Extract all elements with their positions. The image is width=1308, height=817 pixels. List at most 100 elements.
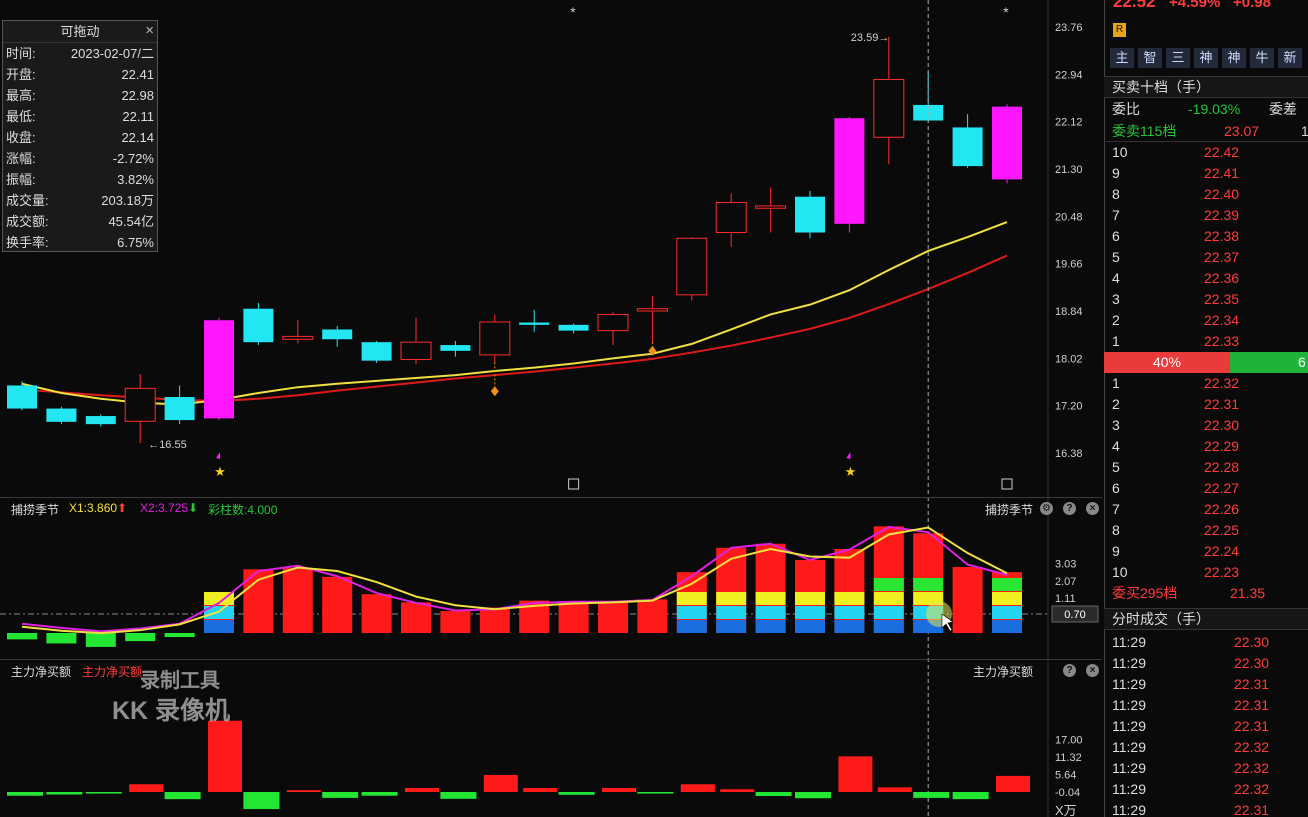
info-value: 203.18万: [101, 193, 154, 208]
candle-body: [795, 196, 825, 233]
low-label: ←16.55: [148, 439, 187, 451]
buy-level-row[interactable]: 3 22.30: [1104, 415, 1308, 436]
buy-level-row[interactable]: 7 22.26: [1104, 499, 1308, 520]
indicator-color-block: [834, 592, 865, 605]
info-row: 收盘: 22.14: [3, 127, 157, 148]
y-tick-label: 19.66: [1055, 259, 1083, 271]
r-badge[interactable]: R: [1113, 23, 1126, 37]
buy-level-row[interactable]: 5 22.28: [1104, 457, 1308, 478]
close-icon[interactable]: ×: [1086, 502, 1099, 515]
sell-level-row[interactable]: 3 22.35: [1104, 289, 1308, 310]
sell-level-row[interactable]: 1 22.33: [1104, 331, 1308, 352]
buy-level-row[interactable]: 2 22.31: [1104, 394, 1308, 415]
y-tick-label: 21.30: [1055, 164, 1083, 176]
y-tick-label: 20.48: [1055, 211, 1083, 223]
info-box[interactable]: 可拖动 × 时间: 2023-02-07/二 开盘: 22.41 最高: 22.98 最低: 2…: [2, 20, 158, 252]
quick-tab[interactable]: 神: [1194, 48, 1218, 68]
indicator-color-block: [873, 620, 904, 633]
y-tick-label: 22.94: [1055, 69, 1083, 81]
candle-body: [715, 201, 747, 233]
y-tick-label: 23.76: [1055, 22, 1083, 34]
netbuy-bar: [755, 792, 792, 797]
info-key: 成交量:: [6, 193, 49, 208]
candle-body: [519, 322, 550, 325]
candle-body: [952, 127, 983, 167]
y-tick-label: 2.07: [1055, 576, 1076, 588]
info-value: -2.72%: [112, 151, 154, 166]
netbuy-bar: [952, 792, 989, 800]
netbuy-bar: [405, 787, 439, 792]
sell-level-row[interactable]: 8 22.40: [1104, 184, 1308, 205]
indicator-color-block: [716, 592, 747, 605]
netbuy-bar: [523, 787, 558, 792]
info-value: 22.98: [121, 88, 154, 103]
indicator-bar: [637, 599, 668, 633]
quick-tab[interactable]: 三: [1166, 48, 1190, 68]
indicator-bar: [558, 602, 589, 633]
info-row: 涨幅: -2.72%: [3, 148, 157, 169]
info-value: 22.11: [122, 109, 154, 124]
quick-tab[interactable]: 神: [1222, 48, 1246, 68]
info-row: 成交量: 203.18万: [3, 190, 157, 211]
buy-level-row[interactable]: 9 22.24: [1104, 541, 1308, 562]
candle-body: [322, 329, 353, 340]
quick-tab[interactable]: 新: [1278, 48, 1302, 68]
quick-tab[interactable]: 智: [1138, 48, 1162, 68]
indicator-bar: [440, 611, 471, 633]
indicator-bar: [401, 602, 431, 633]
sell-level-row[interactable]: 9 22.41: [1104, 163, 1308, 184]
chart-area[interactable]: 23.76 22.94 22.12 21.30 20.48 19.66 18.84 18.02…: [0, 0, 1102, 817]
y-tick-label: 18.84: [1055, 306, 1083, 318]
info-value: 45.54亿: [108, 214, 154, 229]
close-icon[interactable]: ×: [1086, 664, 1099, 677]
info-row: 振幅: 3.82%: [3, 169, 157, 190]
settings-icon[interactable]: ⚙: [1040, 502, 1053, 515]
buy-level-row[interactable]: 8 22.25: [1104, 520, 1308, 541]
netbuy-bar: [838, 756, 873, 792]
candle-body: [440, 345, 471, 351]
netbuy-bar: [164, 792, 201, 800]
trade-row: 11:29 22.31: [1112, 718, 1270, 734]
netbuy-bar: [637, 792, 674, 794]
info-value: 2023-02-07/二: [70, 46, 154, 61]
info-box-title[interactable]: 可拖动 ×: [3, 21, 157, 43]
buy-level-row[interactable]: 4 22.29: [1104, 436, 1308, 457]
sell-level-row[interactable]: 2 22.34: [1104, 310, 1308, 331]
buy-level-row[interactable]: 10 22.23: [1104, 562, 1308, 583]
indicator-color-block: [873, 592, 904, 605]
candle-body: [46, 408, 77, 422]
info-value: 22.14: [121, 130, 154, 145]
indicator-bar: [125, 633, 156, 642]
help-icon[interactable]: ?: [1063, 664, 1076, 677]
y-tick-label: 17.00: [1055, 734, 1083, 746]
sell-level-row[interactable]: 7 22.39: [1104, 205, 1308, 226]
sell-level-row[interactable]: 6 22.38: [1104, 226, 1308, 247]
info-row: 时间: 2023-02-07/二: [3, 43, 157, 64]
indicator1-x2: X2:3.725⬇: [140, 501, 199, 515]
netbuy-bar: [913, 792, 950, 798]
indicator-color-block: [873, 606, 904, 619]
info-value: 6.75%: [117, 235, 154, 250]
candle-body: [636, 308, 668, 312]
quick-tab[interactable]: 主: [1110, 48, 1134, 68]
buy-level-row[interactable]: 1 22.32: [1104, 373, 1308, 394]
netbuy-bar: [129, 784, 164, 792]
sell-level-row[interactable]: 4 22.36: [1104, 268, 1308, 289]
sell-level-row[interactable]: 10 22.42: [1104, 142, 1308, 163]
y-tick-label: 3.03: [1055, 559, 1076, 571]
netbuy-bar: [46, 792, 83, 795]
candle-body: [282, 335, 314, 340]
indicator-bar: [85, 633, 116, 647]
quick-tab[interactable]: 牛: [1250, 48, 1274, 68]
close-icon[interactable]: ×: [145, 20, 154, 42]
buy-level-row[interactable]: 6 22.27: [1104, 478, 1308, 499]
indicator-bar: [7, 633, 37, 640]
trade-row: 11:29 22.32: [1112, 781, 1270, 797]
candle-body: [676, 237, 708, 296]
netbuy-bar: [602, 787, 636, 792]
indicator-color-block: [676, 592, 707, 605]
candle-body: [85, 416, 116, 425]
help-icon[interactable]: ?: [1063, 502, 1076, 515]
indicator2-title: 主力净买额: [11, 665, 72, 679]
sell-level-row[interactable]: 5 22.37: [1104, 247, 1308, 268]
